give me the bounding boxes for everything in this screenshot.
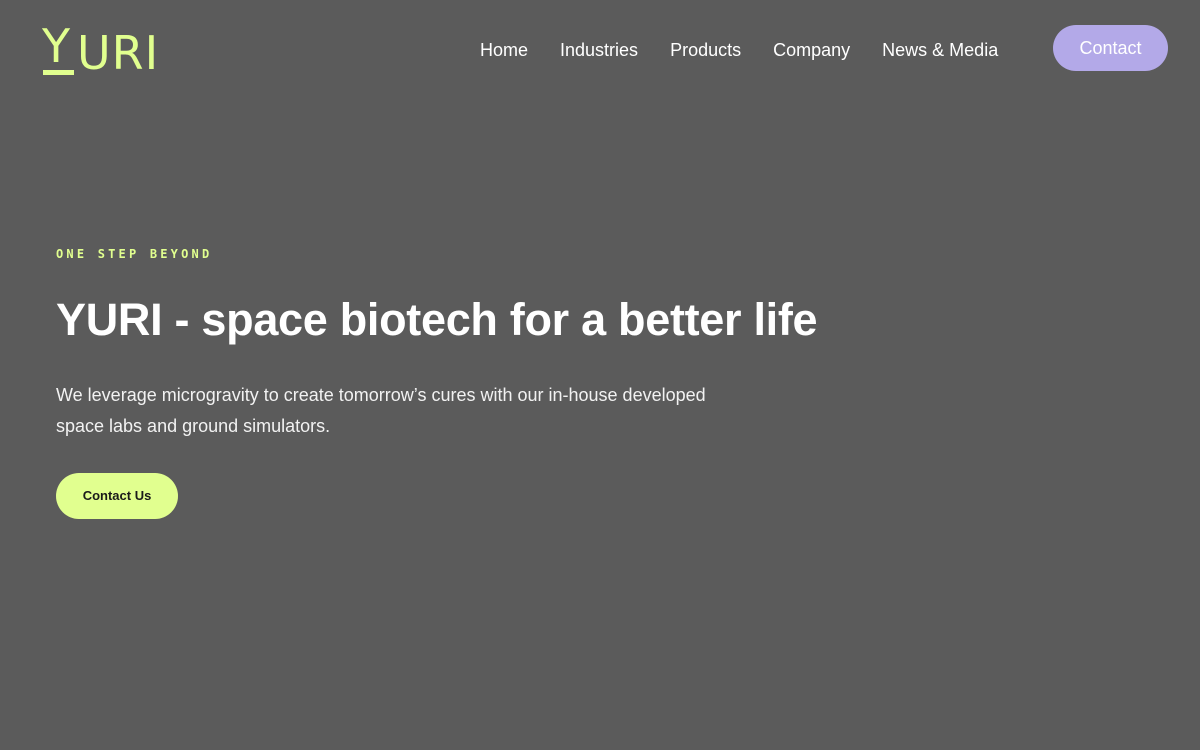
yuri-logo[interactable]: Y URI	[42, 20, 160, 80]
hero-eyebrow: ONE STEP BEYOND	[56, 247, 213, 261]
main-nav: Home Industries Products Company News & …	[480, 38, 998, 62]
nav-item-products[interactable]: Products	[670, 38, 741, 62]
contact-button[interactable]: Contact	[1053, 25, 1168, 71]
nav-item-news-media[interactable]: News & Media	[882, 38, 998, 62]
hero-section: ONE STEP BEYOND YURI - space biotech for…	[56, 246, 956, 519]
nav-item-industries[interactable]: Industries	[560, 38, 638, 62]
logo-y-mark: Y	[42, 20, 76, 78]
hero-subtext: We leverage microgravity to create tomor…	[56, 385, 706, 436]
logo-text: URI	[77, 26, 160, 80]
logo-first-letter: Y	[42, 19, 71, 73]
logo-underline	[43, 70, 74, 75]
site-header: Y URI Home Industries Products Company N…	[0, 0, 1200, 100]
hero-headline: YURI - space biotech for a better life	[56, 294, 818, 345]
nav-item-home[interactable]: Home	[480, 38, 528, 62]
contact-us-button[interactable]: Contact Us	[56, 473, 178, 519]
nav-item-company[interactable]: Company	[773, 38, 850, 62]
